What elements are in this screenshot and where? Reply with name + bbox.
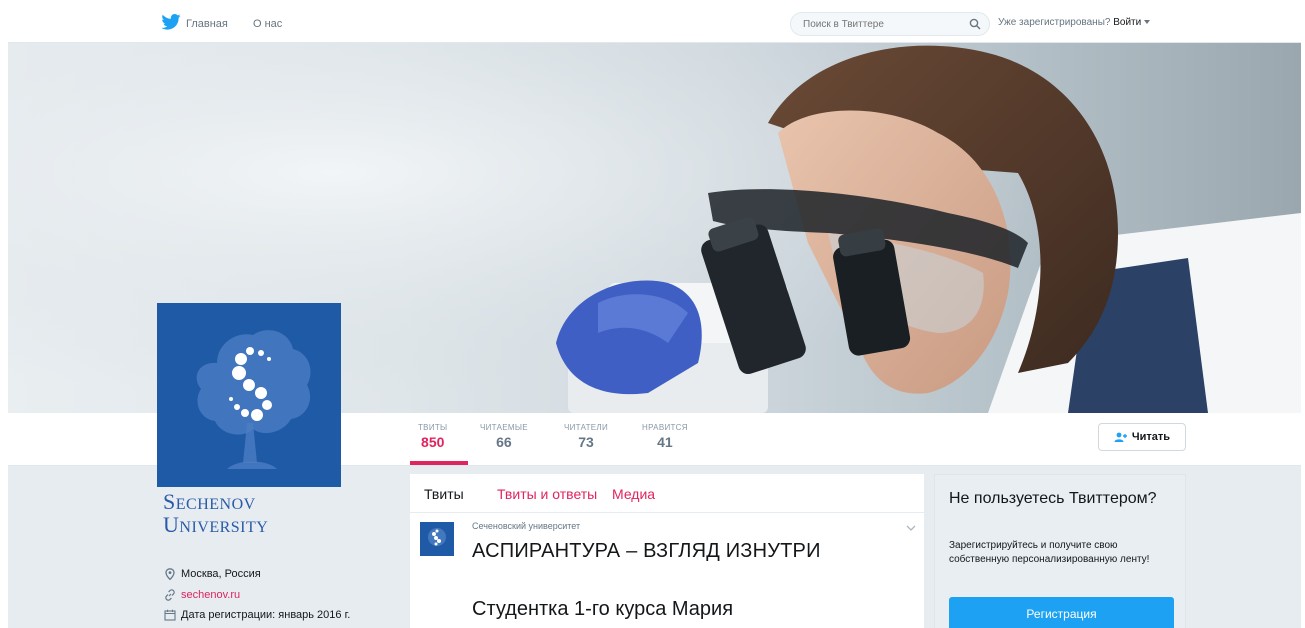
signup-title: Не пользуетесь Твиттером? xyxy=(949,490,1157,507)
location-pin-icon xyxy=(165,568,175,581)
top-navigation: Главная О нас Уже зарегистрированы? Войт… xyxy=(8,0,1301,43)
wordmark-line-1: SECHENOV xyxy=(163,489,256,514)
chevron-down-icon[interactable] xyxy=(906,524,916,532)
tab-media[interactable]: Медиа xyxy=(612,486,655,502)
twitter-bird-icon[interactable] xyxy=(161,14,181,30)
university-wordmark: SECHENOV UNIVERSITY xyxy=(163,489,313,538)
nav-about-link[interactable]: О нас xyxy=(253,18,282,30)
stat-label: ЧИТАЕМЫЕ xyxy=(480,423,528,432)
signup-button[interactable]: Регистрация xyxy=(949,597,1174,628)
website-link[interactable]: sechenov.ru xyxy=(181,589,240,601)
follow-button[interactable]: Читать xyxy=(1098,423,1186,451)
joined-text: Дата регистрации: январь 2016 г. xyxy=(181,609,351,621)
stat-tweets[interactable]: ТВИТЫ 850 xyxy=(418,423,447,450)
stat-followers[interactable]: ЧИТАТЕЛИ 73 xyxy=(564,423,608,450)
follow-label: Читать xyxy=(1131,431,1171,443)
wordmark-line-2: UNIVERSITY xyxy=(163,512,269,537)
timeline: Твиты Твиты и ответы Медиа Сеченовский у… xyxy=(410,474,924,628)
stat-label: НРАВИТСЯ xyxy=(642,423,688,432)
login-prompt: Уже зарегистрированы? xyxy=(998,17,1111,28)
stat-value: 850 xyxy=(421,434,445,450)
search-icon[interactable] xyxy=(969,18,981,30)
website-row: sechenov.ru xyxy=(164,589,240,601)
signup-text: Зарегистрируйтесь и получите свою собств… xyxy=(949,540,1150,565)
link-icon xyxy=(165,589,175,601)
stat-likes[interactable]: НРАВИТСЯ 41 xyxy=(642,423,688,450)
tab-tweets-replies[interactable]: Твиты и ответы xyxy=(497,486,597,502)
tab-tweets[interactable]: Твиты xyxy=(424,486,464,502)
stat-label: ЧИТАТЕЛИ xyxy=(564,423,609,432)
active-tab-indicator xyxy=(410,461,468,465)
tweet-body: Студентка 1-го курса Мария xyxy=(472,598,734,620)
stat-value: 41 xyxy=(657,434,673,450)
login-button[interactable]: Войти xyxy=(1113,17,1141,28)
sechenov-mini-logo xyxy=(428,528,446,546)
tweet-avatar[interactable] xyxy=(420,522,454,556)
location-text: Москва, Россия xyxy=(181,568,261,580)
timeline-tabs: Твиты Твиты и ответы Медиа xyxy=(410,474,924,513)
nav-home-link[interactable]: Главная xyxy=(186,18,228,30)
avatar[interactable] xyxy=(157,303,341,487)
chevron-down-icon[interactable] xyxy=(1144,20,1151,25)
search-input[interactable] xyxy=(801,18,955,31)
tweet-author[interactable]: Сеченовский университет xyxy=(472,521,580,531)
stat-following[interactable]: ЧИТАЕМЫЕ 66 xyxy=(480,423,528,450)
login-area: Уже зарегистрированы? Войти xyxy=(998,17,1151,28)
joined-row: Дата регистрации: январь 2016 г. xyxy=(164,609,350,621)
stat-value: 66 xyxy=(496,434,512,450)
location-row: Москва, Россия xyxy=(164,568,261,581)
page-frame: Главная О нас Уже зарегистрированы? Войт… xyxy=(8,0,1301,628)
sechenov-tree-logo xyxy=(196,330,311,469)
add-user-icon xyxy=(1114,432,1127,443)
tweet-title: АСПИРАНТУРА – ВЗГЛЯД ИЗНУТРИ xyxy=(472,540,821,562)
stat-value: 73 xyxy=(578,434,594,450)
stat-label: ТВИТЫ xyxy=(418,423,448,432)
search-box[interactable] xyxy=(790,12,990,36)
signup-card: Не пользуетесь Твиттером? Зарегистрируйт… xyxy=(934,474,1186,628)
calendar-icon xyxy=(164,609,176,621)
